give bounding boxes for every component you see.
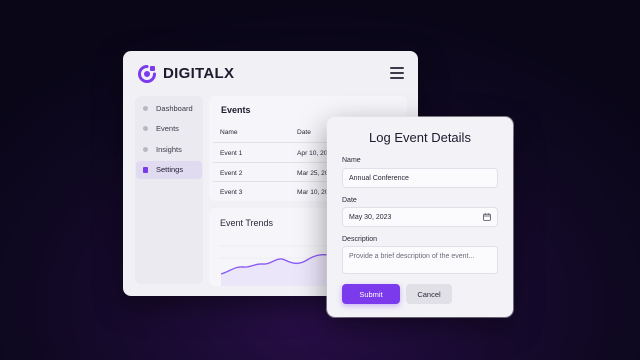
cancel-button[interactable]: Cancel [406, 284, 452, 304]
event-name-cell: Event 3 [220, 189, 243, 196]
date-value: May 30, 2023 [349, 214, 392, 221]
app-header: DIGITALX [123, 51, 418, 96]
sidebar-item-events[interactable]: Events [136, 120, 202, 138]
sidebar-item-label: Settings [156, 165, 184, 174]
column-header-date: Date [297, 129, 311, 136]
name-label: Name [342, 157, 361, 164]
description-placeholder: Provide a brief description of the event… [349, 253, 475, 260]
date-label: Date [342, 197, 357, 204]
hamburger-menu-icon[interactable] [390, 67, 404, 79]
column-header-name: Name [220, 129, 238, 136]
sidebar-item-dashboard[interactable]: Dashboard [136, 99, 202, 117]
event-name-cell: Event 2 [220, 169, 243, 177]
description-label: Description [342, 236, 378, 243]
modal-title: Log Event Details [369, 130, 471, 145]
dot-icon [143, 146, 148, 152]
logo-icon [138, 64, 156, 83]
event-name-cell: Event 1 [220, 150, 243, 157]
date-field[interactable]: May 30, 2023 [342, 207, 498, 227]
brand-name: DIGITALX [163, 65, 235, 82]
event-date-cell: Apr 10, 20 [297, 150, 328, 157]
event-date-cell: Mar 10, 20 [297, 189, 329, 196]
settings-icon [143, 166, 148, 173]
calendar-icon[interactable] [483, 213, 491, 221]
sidebar-item-label: Dashboard [156, 103, 193, 113]
log-event-modal: Log Event Details Name Annual Conference… [327, 117, 513, 317]
sidebar-item-insights[interactable]: Insights [136, 140, 202, 158]
dot-icon [143, 126, 148, 131]
name-field[interactable]: Annual Conference [342, 168, 498, 188]
sidebar-item-label: Insights [156, 144, 182, 154]
event-date-cell: Mar 25, 20 [297, 169, 329, 177]
sidebar-item-label: Events [156, 124, 179, 133]
events-title: Events [221, 105, 251, 115]
sidebar-item-settings[interactable]: Settings [136, 160, 202, 179]
dot-icon [143, 105, 148, 111]
sidebar: Dashboard Events Insights Settings [135, 96, 203, 284]
description-field[interactable]: Provide a brief description of the event… [342, 246, 498, 274]
name-value: Annual Conference [349, 175, 409, 182]
submit-button[interactable]: Submit [342, 284, 400, 304]
